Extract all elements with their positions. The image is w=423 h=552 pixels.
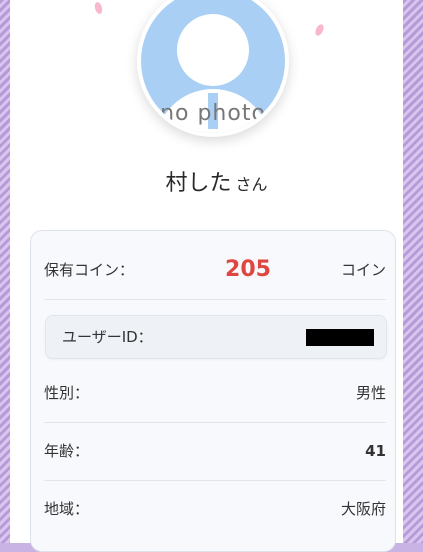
avatar-head-shape xyxy=(177,14,249,86)
user-id-redacted-value xyxy=(306,329,374,346)
region-row: 地域： 大阪府 xyxy=(44,480,386,538)
avatar-placeholder-text: no photo xyxy=(160,101,266,126)
coins-unit: コイン xyxy=(340,261,386,279)
age-label: 年齢： xyxy=(44,442,90,460)
region-value: 大阪府 xyxy=(340,500,386,518)
age-value: 41 xyxy=(365,442,386,460)
coins-label: 保有コイン： xyxy=(44,261,135,279)
profile-info-card: 保有コイン： 205 コイン ユーザーID： 性別： 男性 年齢： 41 地域：… xyxy=(30,230,396,552)
user-name-line: 村した さん xyxy=(10,165,423,197)
avatar[interactable]: no photo xyxy=(137,0,289,137)
gender-value: 男性 xyxy=(355,384,386,402)
gender-row: 性別： 男性 xyxy=(44,364,386,423)
region-label: 地域： xyxy=(44,500,90,518)
user-honorific: さん xyxy=(235,175,268,194)
background-pattern-left xyxy=(0,0,10,543)
petal-decoration xyxy=(313,23,326,37)
avatar-image: no photo xyxy=(141,0,285,133)
user-id-label: ユーザーID： xyxy=(62,328,153,346)
user-id-box: ユーザーID： xyxy=(45,315,387,359)
petal-decoration xyxy=(93,1,104,15)
background-pattern-right xyxy=(403,0,423,543)
coins-row: 保有コイン： 205 コイン xyxy=(44,241,386,300)
user-name: 村した xyxy=(165,171,232,196)
age-row: 年齢： 41 xyxy=(44,422,386,481)
coins-value: 205 xyxy=(225,257,271,282)
gender-label: 性別： xyxy=(44,384,90,402)
profile-panel: no photo 村した さん 保有コイン： 205 コイン ユーザーID： 性別… xyxy=(10,0,403,552)
